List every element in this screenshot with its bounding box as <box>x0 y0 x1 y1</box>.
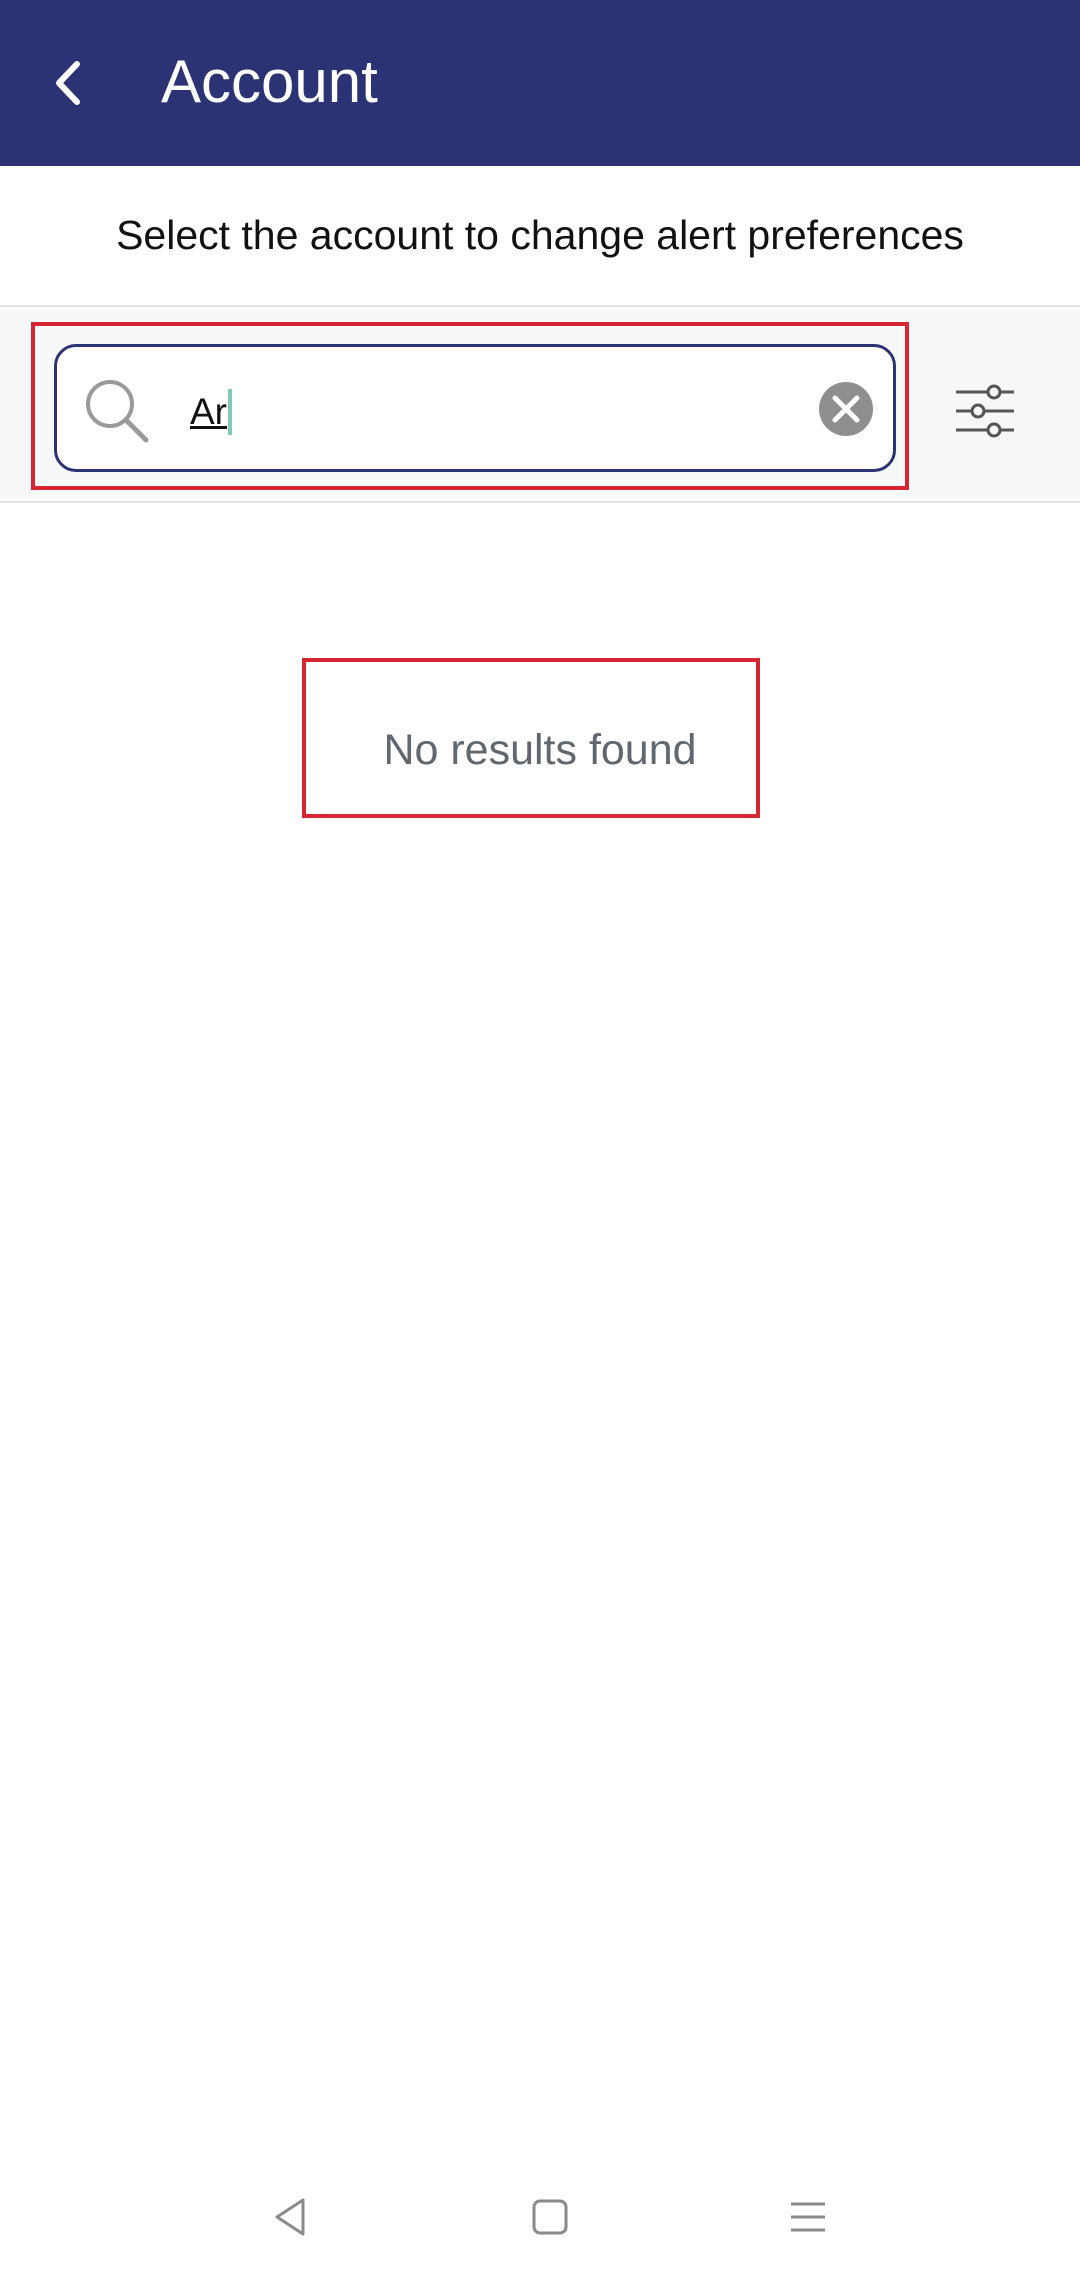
filter-button[interactable] <box>950 376 1020 446</box>
clear-search-button[interactable] <box>818 381 874 437</box>
empty-state-message: No results found <box>383 726 697 774</box>
search-input-text: Ar <box>190 391 227 432</box>
menu-lines-icon[interactable] <box>783 2192 833 2242</box>
back-button[interactable] <box>36 40 102 126</box>
chevron-left-icon <box>56 61 80 105</box>
triangle-back-icon[interactable] <box>265 2192 315 2242</box>
instruction-text: Select the account to change alert prefe… <box>116 212 964 258</box>
sliders-icon <box>956 384 1014 438</box>
search-icon <box>86 380 149 443</box>
app-bar: Account <box>0 0 1080 166</box>
text-cursor <box>228 389 232 435</box>
page-title: Account <box>161 48 378 115</box>
square-home-icon[interactable] <box>525 2192 575 2242</box>
search-input[interactable]: Ar <box>190 372 790 452</box>
